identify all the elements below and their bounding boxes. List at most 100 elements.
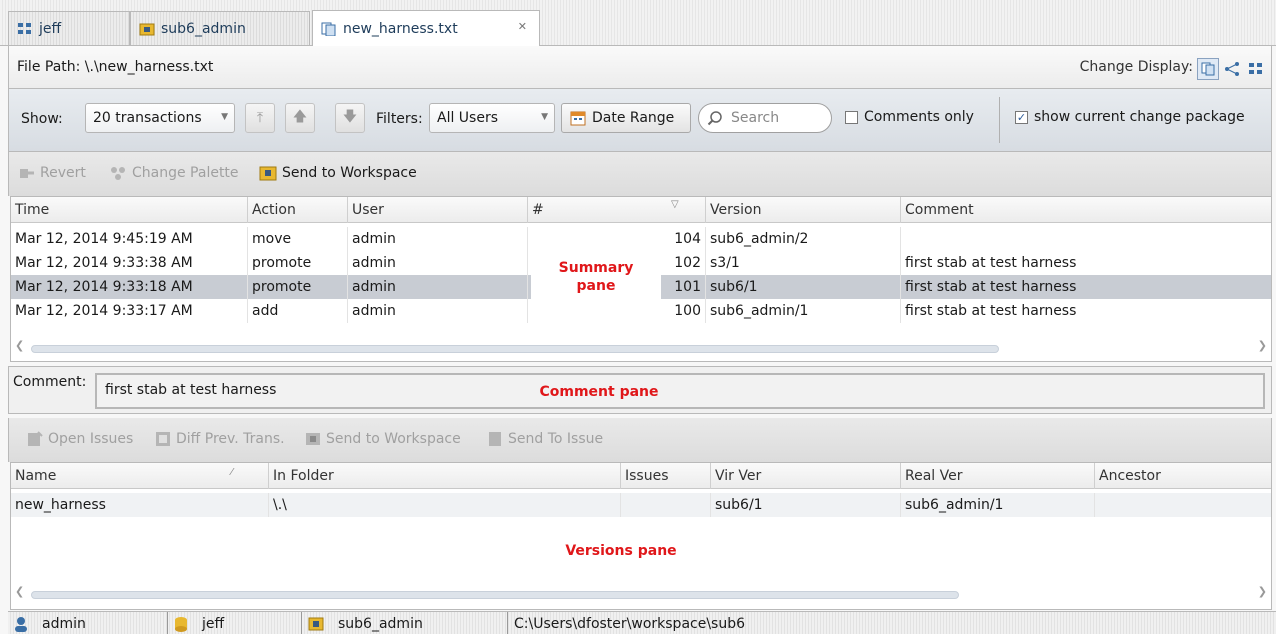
sort-descending-icon: ▽	[671, 199, 679, 210]
tab-new-harness[interactable]: new_harness.txt ✕	[312, 10, 540, 46]
cell-comment: first stab at test harness	[905, 279, 1077, 295]
status-bar: admin jeff sub6_admin C:\Users\dfoster\w…	[8, 611, 1276, 634]
scrollbar-thumb[interactable]	[31, 345, 999, 353]
stream-view-icon[interactable]	[1245, 58, 1267, 80]
table-row[interactable]: new_harness \.\ sub6/1 sub6_admin/1	[11, 493, 1271, 517]
cell-issues	[621, 493, 711, 517]
file-path-label: File Path: \.\new_harness.txt	[17, 59, 214, 75]
show-value: 20 transactions	[93, 110, 202, 126]
open-issues-button[interactable]: Open Issues	[27, 431, 133, 447]
versions-horizontal-scrollbar[interactable]: ❮ ❯	[15, 585, 1269, 599]
workspace-icon	[305, 431, 321, 447]
versions-header: Name ⁄ In Folder Issues Vir Ver Real Ver…	[11, 463, 1271, 489]
status-stream: jeff	[168, 612, 302, 634]
col-version[interactable]: Version	[706, 197, 901, 223]
tab-label: sub6_admin	[161, 20, 246, 37]
send-to-issue-button[interactable]: Send To Issue	[487, 431, 603, 447]
checkbox-unchecked	[845, 110, 858, 124]
cell-user: admin	[348, 227, 528, 251]
workspace-icon	[259, 165, 277, 181]
col-vir-ver[interactable]: Vir Ver	[711, 463, 901, 489]
comment-label: Comment:	[13, 374, 87, 390]
scrollbar-thumb[interactable]	[31, 591, 959, 599]
next-page-button[interactable]: 🡇	[335, 103, 365, 133]
revert-button[interactable]: Revert	[19, 165, 86, 181]
comment-value: first stab at test harness	[105, 382, 277, 398]
filters-label: Filters:	[376, 111, 423, 127]
cell-time: Mar 12, 2014 9:33:18 AM	[11, 275, 248, 299]
previous-page-button[interactable]: 🡅	[285, 103, 315, 133]
show-select[interactable]: 20 transactions ▼	[85, 103, 235, 133]
status-user-label: admin	[42, 615, 86, 632]
tab-label: jeff	[39, 20, 62, 37]
cell-user: admin	[348, 251, 528, 275]
change-palette-label: Change Palette	[132, 165, 239, 181]
col-issues[interactable]: Issues	[621, 463, 711, 489]
show-label: Show:	[21, 111, 63, 127]
col-user[interactable]: User	[348, 197, 528, 223]
cell-time: Mar 12, 2014 9:33:38 AM	[11, 251, 248, 275]
col-action[interactable]: Action	[248, 197, 348, 223]
send-to-workspace-button[interactable]: Send to Workspace	[259, 165, 417, 181]
summary-action-bar: Revert Change Palette Send to Workspace	[8, 152, 1272, 196]
col-number[interactable]: #	[528, 197, 706, 223]
history-view-icon[interactable]	[1197, 58, 1219, 80]
revert-icon	[19, 166, 35, 180]
tab-jeff[interactable]: jeff	[8, 11, 130, 45]
cell-version: s3/1	[706, 251, 901, 275]
workspace-icon	[308, 617, 324, 631]
status-user: admin	[8, 612, 168, 634]
diff-prev-trans-button[interactable]: Diff Prev. Trans.	[155, 431, 285, 447]
col-in-folder[interactable]: In Folder	[269, 463, 621, 489]
filters-select[interactable]: All Users ▼	[429, 103, 555, 133]
annotation-line: Summary	[558, 260, 634, 276]
comments-only-checkbox[interactable]: Comments only	[845, 109, 974, 125]
search-input[interactable]: Search	[698, 103, 832, 133]
chevron-down-icon: ▼	[541, 112, 548, 122]
versions-send-to-workspace-button[interactable]: Send to Workspace	[305, 431, 461, 447]
history-icon	[321, 22, 337, 36]
scroll-left-icon[interactable]: ❮	[15, 585, 24, 598]
cell-vir-ver: sub6/1	[711, 493, 901, 517]
status-workspace: sub6_admin	[302, 612, 508, 634]
sort-ascending-icon: ⁄	[231, 467, 233, 478]
date-range-button[interactable]: Date Range	[561, 103, 691, 133]
date-range-label: Date Range	[592, 110, 675, 126]
arrow-up-icon: 🡅	[292, 109, 308, 125]
col-comment[interactable]: Comment	[901, 197, 1271, 223]
scroll-right-icon[interactable]: ❯	[1258, 585, 1267, 598]
cell-version: sub6_admin/1	[706, 299, 901, 323]
cell-time: Mar 12, 2014 9:33:17 AM	[11, 299, 248, 323]
tab-sub6-admin[interactable]: sub6_admin	[130, 11, 310, 45]
version-tree-icon[interactable]	[1221, 58, 1243, 80]
col-time[interactable]: Time	[11, 197, 248, 223]
filter-toolbar: Show: 20 transactions ▼ ⤒ 🡅 🡇 Filters: A…	[8, 88, 1272, 152]
tab-label: new_harness.txt	[343, 20, 458, 37]
show-current-change-package-checkbox[interactable]: ✓ show current change package	[1015, 109, 1245, 125]
file-path-bar: File Path: \.\new_harness.txt Change Dis…	[8, 46, 1272, 88]
workspace-icon	[139, 22, 155, 36]
first-page-button[interactable]: ⤒	[245, 103, 275, 133]
close-icon[interactable]: ✕	[518, 20, 527, 33]
depot-icon	[174, 616, 188, 632]
versions-action-bar: Open Issues Diff Prev. Trans. Send to Wo…	[8, 418, 1272, 462]
summary-horizontal-scrollbar[interactable]: ❮ ❯	[15, 339, 1269, 353]
summary-pane-annotation: Summary pane	[551, 259, 641, 295]
scroll-left-icon[interactable]: ❮	[15, 339, 24, 352]
col-ancestor[interactable]: Ancestor	[1095, 463, 1271, 489]
scroll-right-icon[interactable]: ❯	[1258, 339, 1267, 352]
cell-comment: first stab at test harness	[905, 255, 1077, 271]
comment-pane: Comment: first stab at test harness Comm…	[8, 366, 1272, 414]
cell-comment	[901, 227, 1271, 251]
cell-action: move	[248, 227, 348, 251]
change-palette-button[interactable]: Change Palette	[109, 165, 239, 181]
change-display-label: Change Display:	[1079, 59, 1193, 75]
status-stream-label: jeff	[202, 615, 225, 632]
cell-action: promote	[248, 275, 348, 299]
col-real-ver[interactable]: Real Ver	[901, 463, 1095, 489]
issue-icon	[27, 431, 43, 447]
cell-real-ver: sub6_admin/1	[901, 493, 1095, 517]
show-current-cp-label: show current change package	[1034, 109, 1245, 125]
status-path: C:\Users\dfoster\workspace\sub6	[508, 612, 1276, 634]
status-workspace-label: sub6_admin	[338, 615, 423, 632]
